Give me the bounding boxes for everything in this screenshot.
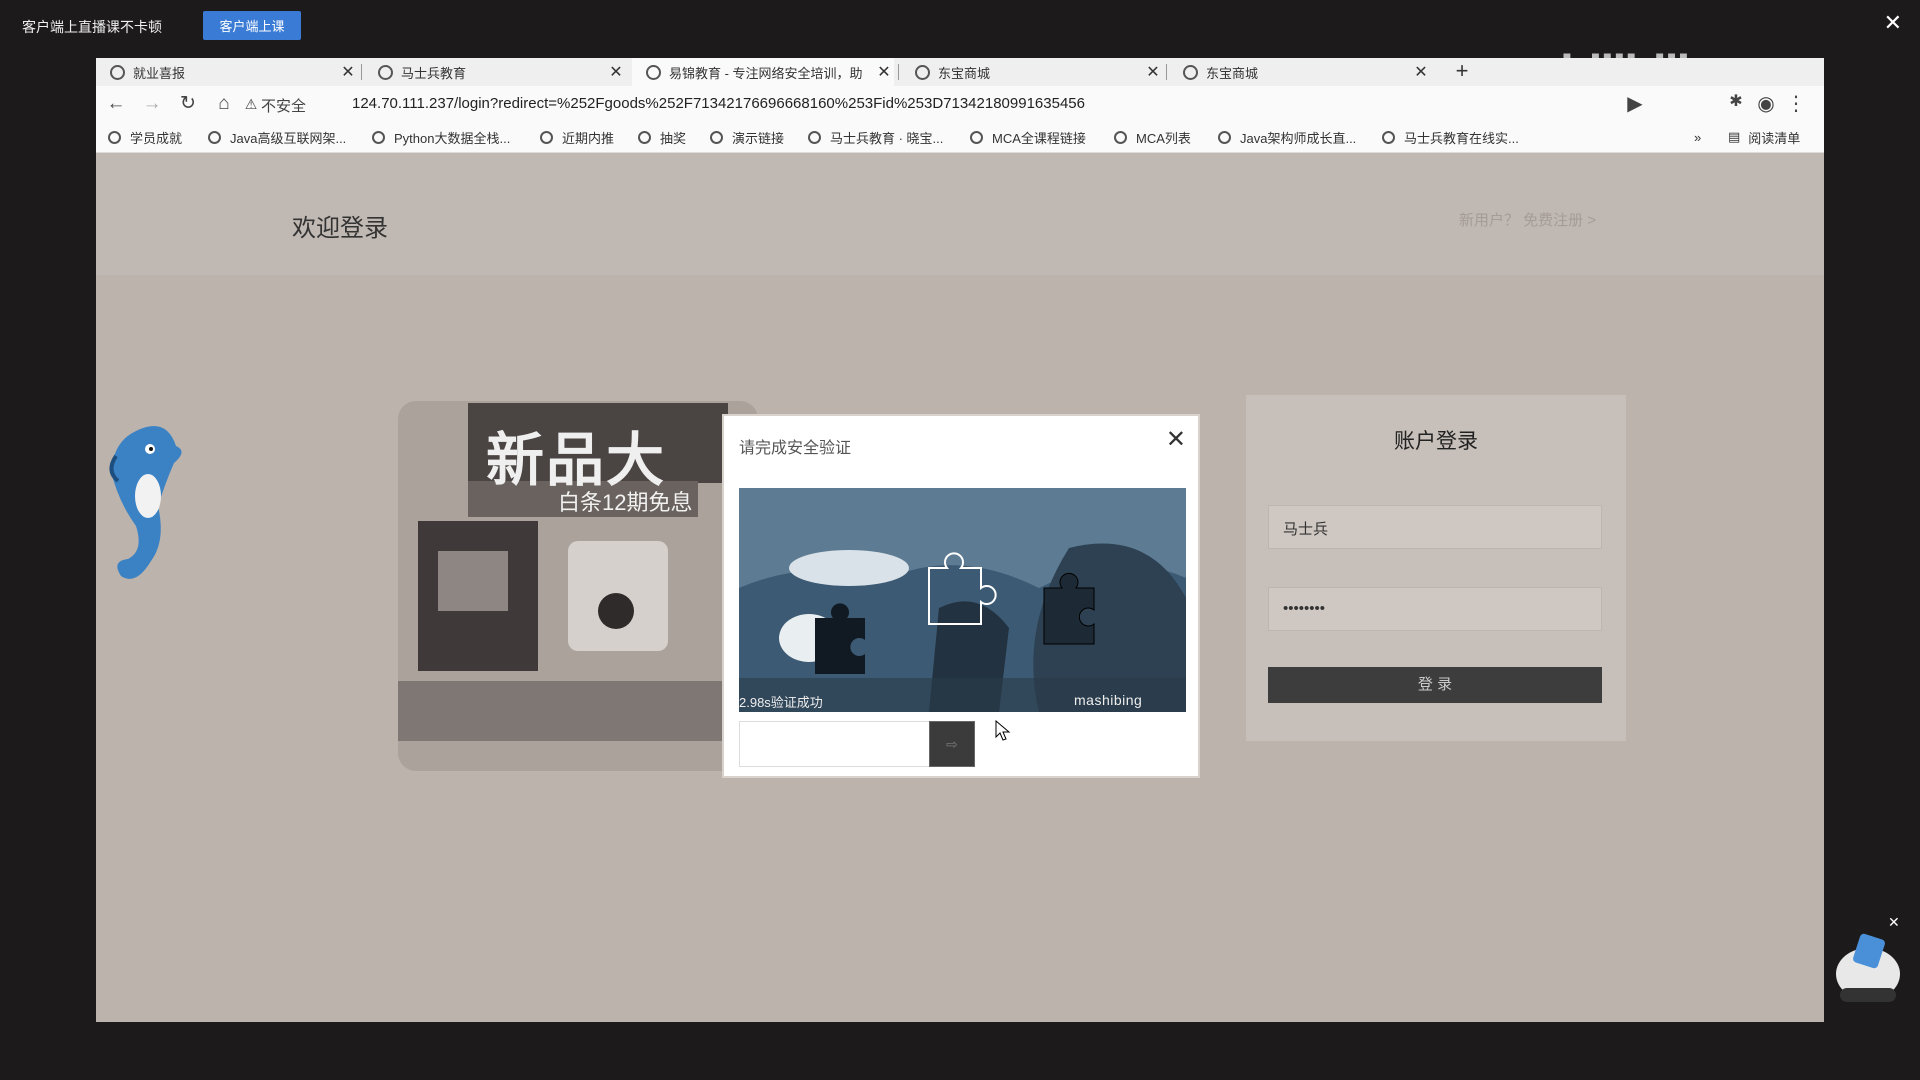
- new-tab-button[interactable]: +: [1448, 58, 1476, 86]
- login-title: 账户登录: [1394, 429, 1478, 453]
- tab-divider: [898, 64, 899, 80]
- tab-favicon-icon: [378, 64, 393, 80]
- security-label[interactable]: 不安全: [261, 95, 306, 116]
- bookmark-icon: [638, 130, 651, 144]
- register-link[interactable]: 新用户？ 免费注册 >: [1459, 209, 1596, 230]
- bookmark-item[interactable]: MCA列表: [1114, 122, 1191, 152]
- tab-2[interactable]: 易锦教育 - 专注网络安全培训，助 ✕: [632, 58, 894, 86]
- bookmarks-bar: 学员成就 Java高级互联网架... Python大数据全栈... 近期内推 抽…: [96, 122, 1824, 153]
- captcha-title: 请完成安全验证: [739, 440, 852, 457]
- bookmark-item[interactable]: 学员成就: [108, 122, 182, 152]
- bookmark-icon: [1218, 130, 1231, 144]
- tab-title: 东宝商城: [938, 65, 991, 81]
- close-icon[interactable]: ✕: [1166, 428, 1186, 452]
- tab-title: 易锦教育 - 专注网络安全培训，助: [669, 65, 863, 81]
- floating-helper-widget-icon[interactable]: [1832, 924, 1904, 1008]
- bookmark-item[interactable]: Java架构师成长直...: [1218, 122, 1356, 152]
- tab-0[interactable]: 就业喜报 ✕: [96, 58, 358, 86]
- bookmark-item[interactable]: 马士兵教育 · 晓宝...: [808, 122, 943, 152]
- login-button[interactable]: 登 录: [1268, 667, 1602, 703]
- close-icon[interactable]: ✕: [1884, 12, 1902, 34]
- bookmark-item[interactable]: 马士兵教育在线实...: [1382, 122, 1519, 152]
- promo-text: 客户端上直播课不卡顿: [22, 19, 162, 35]
- captcha-brand-text: mashibing: [1074, 692, 1143, 708]
- bookmark-item[interactable]: 抽奖: [638, 122, 686, 152]
- tab-favicon-icon: [646, 64, 661, 80]
- banner-subline: 白条12期免息: [558, 490, 693, 515]
- captcha-status-text: 2.98s验证成功: [739, 695, 823, 710]
- tab-title: 马士兵教育: [401, 65, 467, 81]
- tab-divider: [361, 64, 362, 80]
- tab-strip: 就业喜报 ✕ 马士兵教育 ✕ 易锦教育 - 专注网络安全培训，助 ✕ 东宝商城 …: [96, 58, 1824, 86]
- bookmark-item[interactable]: 近期内推: [540, 122, 614, 152]
- tab-4[interactable]: 东宝商城 ✕: [1169, 58, 1431, 86]
- bookmarks-more-button[interactable]: »: [1694, 122, 1701, 152]
- extension-icon[interactable]: ▶: [1620, 91, 1650, 117]
- back-icon[interactable]: ←: [104, 92, 128, 116]
- tab-close-icon[interactable]: ✕: [874, 62, 894, 82]
- client-class-button[interactable]: 客户端上课: [203, 11, 301, 40]
- bookmark-icon: [108, 130, 121, 144]
- tab-divider: [1166, 64, 1167, 80]
- tab-3[interactable]: 东宝商城 ✕: [901, 58, 1163, 86]
- password-field[interactable]: ••••••••: [1268, 587, 1602, 631]
- bookmark-item[interactable]: 演示链接: [710, 122, 784, 152]
- bookmark-icon: [710, 130, 723, 144]
- reload-icon[interactable]: ↻: [176, 92, 200, 116]
- mouse-cursor-icon: [995, 720, 1011, 741]
- username-field[interactable]: 马士兵: [1268, 505, 1602, 549]
- tab-close-icon[interactable]: ✕: [1411, 62, 1431, 82]
- bookmark-icon: [372, 130, 385, 144]
- reading-list-icon: ▤: [1728, 129, 1741, 144]
- bookmark-item[interactable]: Python大数据全栈...: [372, 122, 510, 152]
- reading-list-button[interactable]: ▤ 阅读清单: [1728, 122, 1800, 152]
- tab-favicon-icon: [1183, 64, 1198, 80]
- bookmark-item[interactable]: MCA全课程链接: [970, 122, 1086, 152]
- url-field[interactable]: 124.70.111.237/login?redirect=%252Fgoods…: [352, 95, 1085, 112]
- bookmark-icon: [1382, 130, 1395, 144]
- tab-close-icon[interactable]: ✕: [606, 62, 626, 82]
- tab-favicon-icon: [110, 64, 125, 80]
- profile-avatar-icon[interactable]: ◉: [1754, 91, 1778, 117]
- captcha-slider-handle[interactable]: ⇨: [929, 721, 975, 767]
- bookmark-icon: [208, 130, 221, 144]
- menu-icon[interactable]: ⋮: [1786, 91, 1806, 117]
- tab-title: 东宝商城: [1206, 65, 1259, 81]
- captcha-puzzle-image: [739, 488, 1186, 712]
- forward-icon[interactable]: →: [140, 92, 164, 116]
- welcome-title: 欢迎登录: [292, 216, 388, 242]
- login-panel: 账户登录 马士兵 •••••••• 登 录: [1246, 395, 1626, 741]
- bookmark-item[interactable]: Java高级互联网架...: [208, 122, 346, 152]
- tab-close-icon[interactable]: ✕: [1143, 62, 1163, 82]
- tab-favicon-icon: [915, 64, 930, 80]
- address-bar: ← → ↻ ⌂ ⚠ 不安全 124.70.111.237/login?redir…: [96, 86, 1824, 122]
- bookmark-icon: [970, 130, 983, 144]
- tab-1[interactable]: 马士兵教育 ✕: [364, 58, 626, 86]
- tab-title: 就业喜报: [133, 65, 186, 81]
- page-header: 欢迎登录 新用户？ 免费注册 >: [96, 153, 1824, 275]
- home-icon[interactable]: ⌂: [212, 92, 236, 116]
- seahorse-mascot-image: [109, 426, 182, 579]
- captcha-dialog: 请完成安全验证 ✕ 2.98s验证成功 mashibing ⇨: [722, 414, 1200, 778]
- puzzle-icon[interactable]: ✱: [1724, 91, 1748, 117]
- tab-close-icon[interactable]: ✕: [338, 62, 358, 82]
- warning-icon: ⚠: [244, 96, 258, 112]
- bookmark-icon: [808, 130, 821, 144]
- bookmark-icon: [540, 130, 553, 144]
- bookmark-icon: [1114, 130, 1127, 144]
